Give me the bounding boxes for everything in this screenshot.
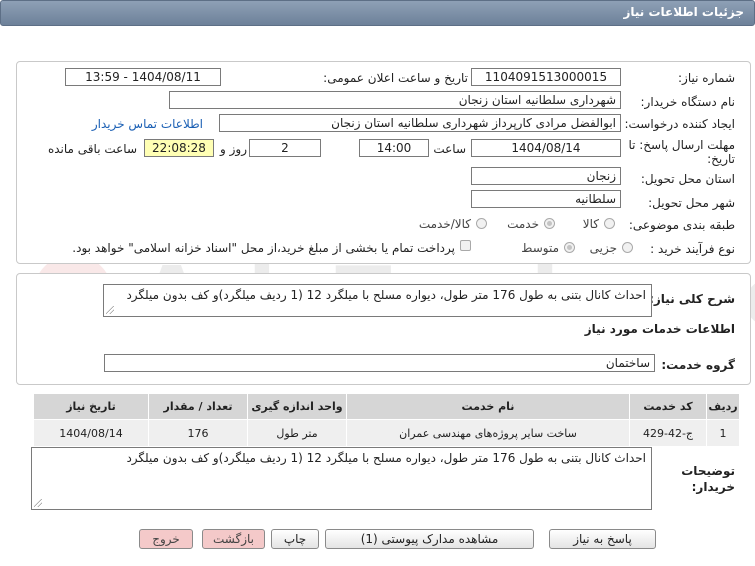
category-goods-label: کالا: [582, 217, 599, 231]
col-code-header: کد خدمت: [629, 393, 707, 420]
remaining-label: ساعت باقی مانده: [47, 142, 137, 156]
deadline-label-2: تاریخ:: [707, 152, 735, 166]
category-goods-service-radio[interactable]: [476, 218, 487, 229]
city-field: سلطانیه: [471, 190, 621, 208]
services-table: ردیف کد خدمت نام خدمت واحد اندازه گیری ت…: [33, 393, 740, 447]
days-field: 2: [249, 139, 321, 157]
need-number-label: شماره نیاز:: [678, 71, 735, 85]
announce-date-field: 1404/08/11 - 13:59: [65, 68, 221, 86]
description-label: شرح کلی نیاز:: [649, 292, 735, 306]
col-date-header: تاریخ نیاز: [33, 393, 149, 420]
buyer-notes-textarea[interactable]: احداث کانال بتنی به طول 176 متر طول، دیو…: [31, 447, 652, 510]
requester-label: ایجاد کننده درخواست:: [624, 117, 735, 131]
need-number-field: 1104091513000015: [471, 68, 621, 86]
buyer-org-label: نام دستگاه خریدار:: [640, 95, 736, 109]
province-label: استان محل تحویل:: [640, 172, 735, 186]
title-bar: جزئیات اطلاعات نیاز: [0, 0, 755, 26]
purchase-type-label: نوع فرآیند خرید :: [650, 242, 735, 256]
cell-unit: متر طول: [247, 419, 347, 447]
deadline-label-1: مهلت ارسال پاسخ: تا: [628, 138, 735, 152]
buyer-org-field: شهرداری سلطانیه استان زنجان: [169, 91, 621, 109]
category-goods-radio[interactable]: [604, 218, 615, 229]
col-row-header: ردیف: [706, 393, 740, 420]
treasury-payment-note: پرداخت تمام یا بخشی از مبلغ خرید،از محل …: [72, 241, 455, 255]
table-row: 1 ج-42-429 ساخت سایر پروژه‌های مهندسی عم…: [33, 419, 740, 447]
col-qty-header: تعداد / مقدار: [148, 393, 248, 420]
remaining-time-field: 22:08:28: [144, 139, 214, 157]
announce-date-label: تاریخ و ساعت اعلان عمومی:: [323, 71, 468, 85]
category-service-label: خدمت: [507, 217, 539, 231]
cell-date: 1404/08/14: [33, 419, 149, 447]
view-documents-button[interactable]: مشاهده مدارک پیوستی (1): [325, 529, 534, 549]
cell-code: ج-42-429: [629, 419, 707, 447]
resize-grip-icon[interactable]: [34, 499, 42, 507]
purchase-small-label: جزیی: [589, 241, 617, 255]
page-title: جزئیات اطلاعات نیاز: [623, 5, 744, 19]
resize-grip-icon[interactable]: [106, 306, 114, 314]
print-button[interactable]: چاپ: [271, 529, 319, 549]
exit-button[interactable]: خروج: [139, 529, 193, 549]
services-section-title: اطلاعات خدمات مورد نیاز: [584, 322, 735, 336]
category-label: طبقه بندی موضوعی:: [628, 218, 735, 232]
table-header-row: ردیف کد خدمت نام خدمت واحد اندازه گیری ت…: [33, 393, 740, 420]
buyer-notes-label-2: خریدار:: [691, 480, 735, 494]
time-label: ساعت: [433, 142, 466, 156]
col-unit-header: واحد اندازه گیری: [247, 393, 347, 420]
back-button[interactable]: بازگشت: [202, 529, 265, 549]
treasury-payment-checkbox[interactable]: [460, 240, 471, 251]
days-label: روز و: [220, 142, 247, 156]
service-group-label: گروه خدمت:: [661, 358, 735, 372]
category-service-radio[interactable]: [544, 218, 555, 229]
requester-field: ابوالفضل مرادی کارپرداز شهرداری سلطانیه …: [219, 114, 621, 132]
buyer-notes-label-1: توضیحات: [681, 464, 735, 478]
category-goods-service-label: کالا/خدمت: [418, 217, 471, 231]
buyer-notes-text: احداث کانال بتنی به طول 176 متر طول، دیو…: [126, 451, 646, 465]
need-details-page: AriaTender.net جزئیات اطلاعات نیاز شماره…: [0, 0, 755, 566]
purchase-medium-label: متوسط: [521, 241, 559, 255]
city-label: شهر محل تحویل:: [648, 196, 735, 210]
buyer-contact-link[interactable]: اطلاعات تماس خریدار: [92, 117, 203, 131]
cell-qty: 176: [148, 419, 248, 447]
cell-name: ساخت سایر پروژه‌های مهندسی عمران: [346, 419, 630, 447]
deadline-date-field: 1404/08/14: [471, 139, 621, 157]
purchase-medium-radio[interactable]: [564, 242, 575, 253]
purchase-small-radio[interactable]: [622, 242, 633, 253]
description-textarea[interactable]: احداث کانال بتنی به طول 176 متر طول، دیو…: [103, 284, 652, 317]
col-name-header: نام خدمت: [346, 393, 630, 420]
description-text: احداث کانال بتنی به طول 176 متر طول، دیو…: [126, 288, 646, 302]
reply-button[interactable]: پاسخ به نیاز: [549, 529, 656, 549]
service-group-field: ساختمان: [104, 354, 655, 372]
province-field: زنجان: [471, 167, 621, 185]
deadline-time-field: 14:00: [359, 139, 429, 157]
cell-row: 1: [706, 419, 740, 447]
